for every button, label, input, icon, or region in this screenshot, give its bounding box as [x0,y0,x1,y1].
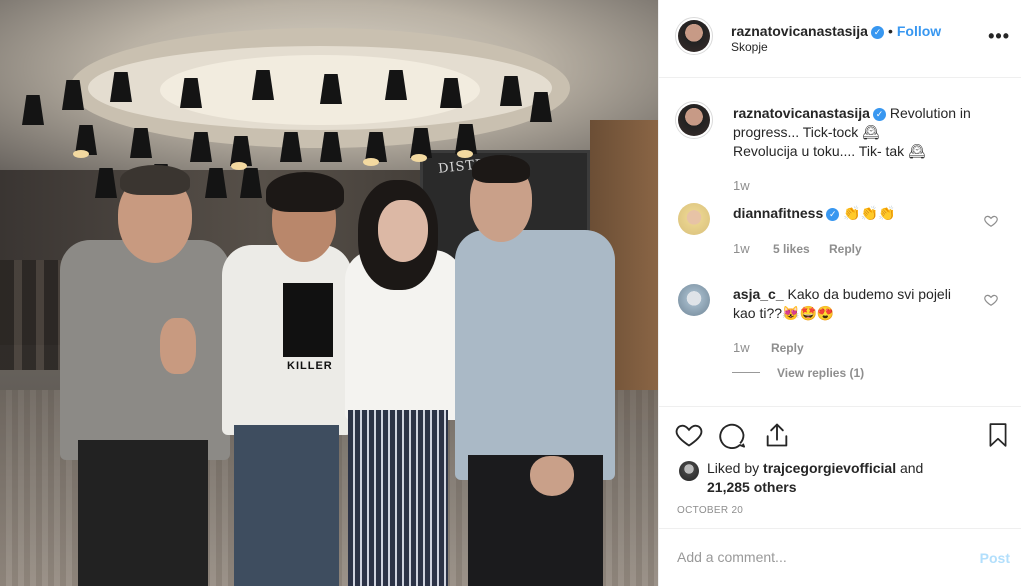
photo-shirt-text: KILLER [287,360,333,372]
post-details-panel: raznatovicanastasija ✓ • Follow Skopje ••• … [658,0,1021,586]
verified-badge-icon: ✓ [872,108,886,121]
liked-by-and: and [899,460,924,476]
comment-meta: 1w Reply [733,340,804,355]
caption-line-2: progress... Tick-tock 🕰 [733,124,880,140]
caption-line-1: Revolution in [889,105,971,121]
post-location[interactable]: Skopje [731,40,768,54]
comments-section: raznatovicanastasija ✓ Revolution in prog… [659,78,1021,406]
comment-timestamp[interactable]: 1w [733,340,750,355]
liked-by-prefix: Liked by [707,460,760,476]
comment-icon[interactable] [719,421,747,449]
comment-like-heart-icon[interactable] [984,293,998,307]
comment-avatar[interactable] [678,203,710,235]
view-replies-divider [732,372,760,373]
verified-badge-icon: ✓ [826,208,840,221]
comment-body-line-1: Kako da budemo svi pojeli [787,286,951,302]
comment-username[interactable]: diannafitness [733,205,823,221]
liked-by-user[interactable]: trajcegorgievofficial [763,460,896,476]
post-comment-button[interactable]: Post [980,550,1010,566]
author-avatar[interactable] [678,20,710,52]
comment-avatar[interactable] [678,284,710,316]
comment-body-line-2: kao ti??😻🤩😍 [733,305,835,321]
comment-meta: 1w 5 likes Reply [733,241,862,256]
comment-username[interactable]: asja_c_ [733,286,784,302]
author-username[interactable]: raznatovicanastasija [731,23,868,39]
likes-count[interactable]: 21,285 others [707,479,797,495]
comment-text: diannafitness ✓ 👏👏👏 [733,204,895,223]
comment-like-heart-icon[interactable] [984,214,998,228]
comment-composer: Post [659,528,1021,586]
post-header: raznatovicanastasija ✓ • Follow Skopje ••• [659,0,1021,78]
comment-body: 👏👏👏 [843,205,896,221]
share-icon[interactable] [763,421,791,449]
bookmark-icon[interactable] [985,421,1011,449]
comment-timestamp[interactable]: 1w [733,241,750,256]
comment-likes-count[interactable]: 5 likes [773,242,810,256]
photo-shirt-print [283,283,333,357]
caption-timestamp[interactable]: 1w [733,178,750,193]
view-replies-button[interactable]: View replies (1) [777,366,864,380]
comment-reply-button[interactable]: Reply [829,242,862,256]
more-options-icon[interactable]: ••• [988,27,1010,45]
photo-ceiling-light [160,55,480,125]
caption-avatar[interactable] [678,104,710,136]
caption-line-3: Revolucija u toku.... Tik- tak 🕰 [733,143,926,159]
post-date[interactable]: OCTOBER 20 [677,505,743,516]
follow-button[interactable]: Follow [897,23,941,39]
post-photo[interactable]: DISTRIKT [0,0,658,586]
comment-reply-button[interactable]: Reply [771,341,804,355]
heart-icon[interactable] [675,421,703,449]
post-actions: Liked by trajcegorgievofficial and 21,28… [659,406,1021,528]
liked-by-text: Liked by trajcegorgievofficial and 21,28… [707,459,923,497]
verified-badge-icon: ✓ [870,26,884,39]
header-separator: • [887,23,893,39]
liked-by-avatar[interactable] [679,461,699,481]
header-user-line: raznatovicanastasija ✓ • Follow [731,22,941,40]
comment-input[interactable] [677,549,957,565]
caption-text: raznatovicanastasija ✓ Revolution in prog… [733,104,1003,161]
comment-text: asja_c_ Kako da budemo svi pojeli kao ti… [733,285,973,323]
caption-username[interactable]: raznatovicanastasija [733,105,870,121]
